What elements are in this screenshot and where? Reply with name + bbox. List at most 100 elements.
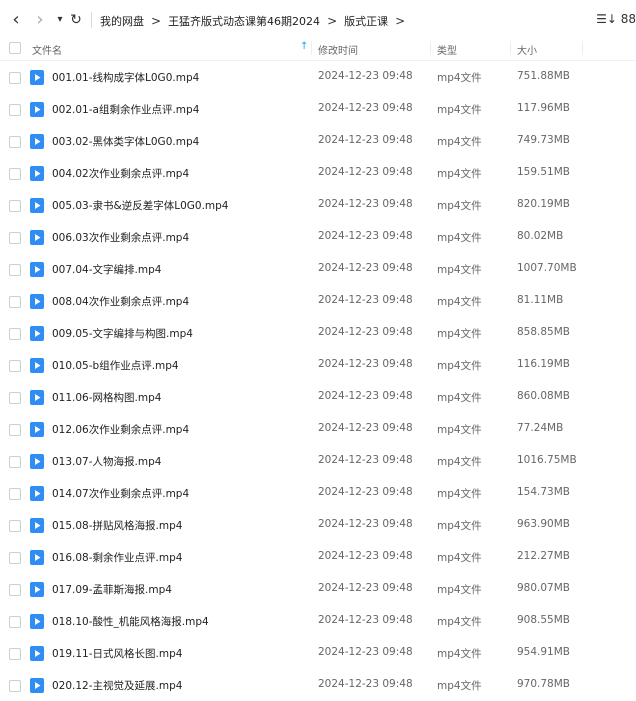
row-checkbox[interactable] bbox=[9, 296, 21, 308]
file-size: 80.02MB bbox=[517, 230, 564, 242]
file-name[interactable]: 007.04-文字编排.mp4 bbox=[52, 262, 161, 277]
file-row[interactable]: 006.03次作业剩余点评.mp4 2024-12-23 09:48 mp4文件 80… bbox=[0, 221, 636, 253]
file-name[interactable]: 006.03次作业剩余点评.mp4 bbox=[52, 230, 189, 245]
file-type: mp4文件 bbox=[437, 584, 482, 596]
column-size[interactable]: 大小 bbox=[517, 42, 537, 57]
file-modified-time: 2024-12-23 09:48 bbox=[318, 198, 413, 210]
file-row[interactable]: 002.01-a组剩余作业点评.mp4 2024-12-23 09:48 mp4文件… bbox=[0, 93, 636, 125]
file-modified-time: 2024-12-23 09:48 bbox=[318, 678, 413, 690]
file-row[interactable]: 018.10-酸性_机能风格海报.mp4 2024-12-23 09:48 mp4文… bbox=[0, 605, 636, 637]
file-name[interactable]: 012.06次作业剩余点评.mp4 bbox=[52, 422, 189, 437]
video-file-icon bbox=[30, 614, 44, 629]
file-row[interactable]: 011.06-网格构图.mp4 2024-12-23 09:48 mp4文件 860.… bbox=[0, 381, 636, 413]
video-file-icon bbox=[30, 454, 44, 469]
file-name[interactable]: 020.12-主视觉及延展.mp4 bbox=[52, 678, 182, 693]
refresh-icon[interactable]: ↻ bbox=[66, 8, 86, 32]
forward-button[interactable]: › bbox=[30, 8, 50, 32]
file-name[interactable]: 010.05-b组作业点评.mp4 bbox=[52, 358, 179, 373]
file-row[interactable]: 009.05-文字编排与构图.mp4 2024-12-23 09:48 mp4文件 8… bbox=[0, 317, 636, 349]
file-name[interactable]: 002.01-a组剩余作业点评.mp4 bbox=[52, 102, 199, 117]
row-checkbox[interactable] bbox=[9, 72, 21, 84]
file-row[interactable]: 004.02次作业剩余点评.mp4 2024-12-23 09:48 mp4文件 15… bbox=[0, 157, 636, 189]
file-name[interactable]: 008.04次作业剩余点评.mp4 bbox=[52, 294, 189, 309]
file-modified-time: 2024-12-23 09:48 bbox=[318, 326, 413, 338]
sort-ascending-icon[interactable]: ↑ bbox=[300, 41, 308, 52]
row-checkbox[interactable] bbox=[9, 360, 21, 372]
file-row[interactable]: 007.04-文字编排.mp4 2024-12-23 09:48 mp4文件 1007… bbox=[0, 253, 636, 285]
column-divider[interactable] bbox=[582, 41, 583, 55]
file-row[interactable]: 001.01-线构成字体L0G0.mp4 2024-12-23 09:48 mp4文… bbox=[0, 61, 636, 93]
breadcrumb-item-course[interactable]: 王猛齐版式动态课第46期2024 bbox=[168, 13, 320, 29]
column-divider[interactable] bbox=[311, 41, 312, 55]
column-divider[interactable] bbox=[430, 41, 431, 55]
row-checkbox[interactable] bbox=[9, 456, 21, 468]
view-mode-icons[interactable]: ☰↓ 88 bbox=[596, 12, 636, 26]
file-type: mp4文件 bbox=[437, 488, 482, 500]
video-file-icon bbox=[30, 262, 44, 277]
file-name[interactable]: 015.08-拼贴风格海报.mp4 bbox=[52, 518, 182, 533]
row-checkbox[interactable] bbox=[9, 648, 21, 660]
file-row[interactable]: 019.11-日式风格长图.mp4 2024-12-23 09:48 mp4文件 95… bbox=[0, 637, 636, 669]
video-file-icon bbox=[30, 326, 44, 341]
file-name[interactable]: 011.06-网格构图.mp4 bbox=[52, 390, 161, 405]
row-checkbox[interactable] bbox=[9, 584, 21, 596]
row-checkbox[interactable] bbox=[9, 616, 21, 628]
file-row[interactable]: 020.12-主视觉及延展.mp4 2024-12-23 09:48 mp4文件 97… bbox=[0, 669, 636, 701]
row-checkbox[interactable] bbox=[9, 392, 21, 404]
file-size: 860.08MB bbox=[517, 390, 571, 402]
file-row[interactable]: 016.08-剩余作业点评.mp4 2024-12-23 09:48 mp4文件 21… bbox=[0, 541, 636, 573]
file-row[interactable]: 015.08-拼贴风格海报.mp4 2024-12-23 09:48 mp4文件 96… bbox=[0, 509, 636, 541]
file-name[interactable]: 004.02次作业剩余点评.mp4 bbox=[52, 166, 189, 181]
file-name[interactable]: 016.08-剩余作业点评.mp4 bbox=[52, 550, 182, 565]
breadcrumb-item-current[interactable]: 版式正课 bbox=[344, 13, 388, 29]
select-all-checkbox[interactable] bbox=[9, 42, 21, 54]
video-file-icon bbox=[30, 358, 44, 373]
file-row[interactable]: 010.05-b组作业点评.mp4 2024-12-23 09:48 mp4文件 11… bbox=[0, 349, 636, 381]
row-checkbox[interactable] bbox=[9, 168, 21, 180]
back-button[interactable]: ‹ bbox=[6, 8, 26, 32]
row-checkbox[interactable] bbox=[9, 520, 21, 532]
file-row[interactable]: 008.04次作业剩余点评.mp4 2024-12-23 09:48 mp4文件 81… bbox=[0, 285, 636, 317]
file-row[interactable]: 014.07次作业剩余点评.mp4 2024-12-23 09:48 mp4文件 15… bbox=[0, 477, 636, 509]
file-row[interactable]: 017.09-孟菲斯海报.mp4 2024-12-23 09:48 mp4文件 980… bbox=[0, 573, 636, 605]
file-name[interactable]: 014.07次作业剩余点评.mp4 bbox=[52, 486, 189, 501]
file-name[interactable]: 013.07-人物海报.mp4 bbox=[52, 454, 161, 469]
file-name[interactable]: 017.09-孟菲斯海报.mp4 bbox=[52, 582, 172, 597]
file-type: mp4文件 bbox=[437, 648, 482, 660]
column-name[interactable]: 文件名 bbox=[32, 42, 62, 57]
row-checkbox[interactable] bbox=[9, 424, 21, 436]
video-file-icon bbox=[30, 486, 44, 501]
column-modified[interactable]: 修改时间 bbox=[318, 42, 358, 57]
row-checkbox[interactable] bbox=[9, 264, 21, 276]
row-checkbox[interactable] bbox=[9, 104, 21, 116]
breadcrumb-item-root[interactable]: 我的网盘 bbox=[100, 13, 144, 29]
file-name[interactable]: 019.11-日式风格长图.mp4 bbox=[52, 646, 182, 661]
file-row[interactable]: 005.03-隶书&逆反差字体L0G0.mp4 2024-12-23 09:48 m… bbox=[0, 189, 636, 221]
file-name[interactable]: 009.05-文字编排与构图.mp4 bbox=[52, 326, 193, 341]
video-file-icon bbox=[30, 422, 44, 437]
file-modified-time: 2024-12-23 09:48 bbox=[318, 454, 413, 466]
file-name[interactable]: 003.02-黑体类字体L0G0.mp4 bbox=[52, 134, 199, 149]
video-file-icon bbox=[30, 550, 44, 565]
row-checkbox[interactable] bbox=[9, 232, 21, 244]
file-row[interactable]: 013.07-人物海报.mp4 2024-12-23 09:48 mp4文件 1016… bbox=[0, 445, 636, 477]
file-row[interactable]: 012.06次作业剩余点评.mp4 2024-12-23 09:48 mp4文件 77… bbox=[0, 413, 636, 445]
column-divider[interactable] bbox=[510, 41, 511, 55]
row-checkbox[interactable] bbox=[9, 680, 21, 692]
row-checkbox[interactable] bbox=[9, 328, 21, 340]
file-type: mp4文件 bbox=[437, 72, 482, 84]
video-file-icon bbox=[30, 134, 44, 149]
column-type[interactable]: 类型 bbox=[437, 42, 457, 57]
file-type: mp4文件 bbox=[437, 200, 482, 212]
row-checkbox[interactable] bbox=[9, 488, 21, 500]
row-checkbox[interactable] bbox=[9, 136, 21, 148]
file-modified-time: 2024-12-23 09:48 bbox=[318, 390, 413, 402]
file-name[interactable]: 001.01-线构成字体L0G0.mp4 bbox=[52, 70, 199, 85]
file-modified-time: 2024-12-23 09:48 bbox=[318, 134, 413, 146]
file-modified-time: 2024-12-23 09:48 bbox=[318, 422, 413, 434]
row-checkbox[interactable] bbox=[9, 200, 21, 212]
file-name[interactable]: 005.03-隶书&逆反差字体L0G0.mp4 bbox=[52, 198, 228, 213]
row-checkbox[interactable] bbox=[9, 552, 21, 564]
file-name[interactable]: 018.10-酸性_机能风格海报.mp4 bbox=[52, 614, 209, 629]
file-row[interactable]: 003.02-黑体类字体L0G0.mp4 2024-12-23 09:48 mp4文… bbox=[0, 125, 636, 157]
